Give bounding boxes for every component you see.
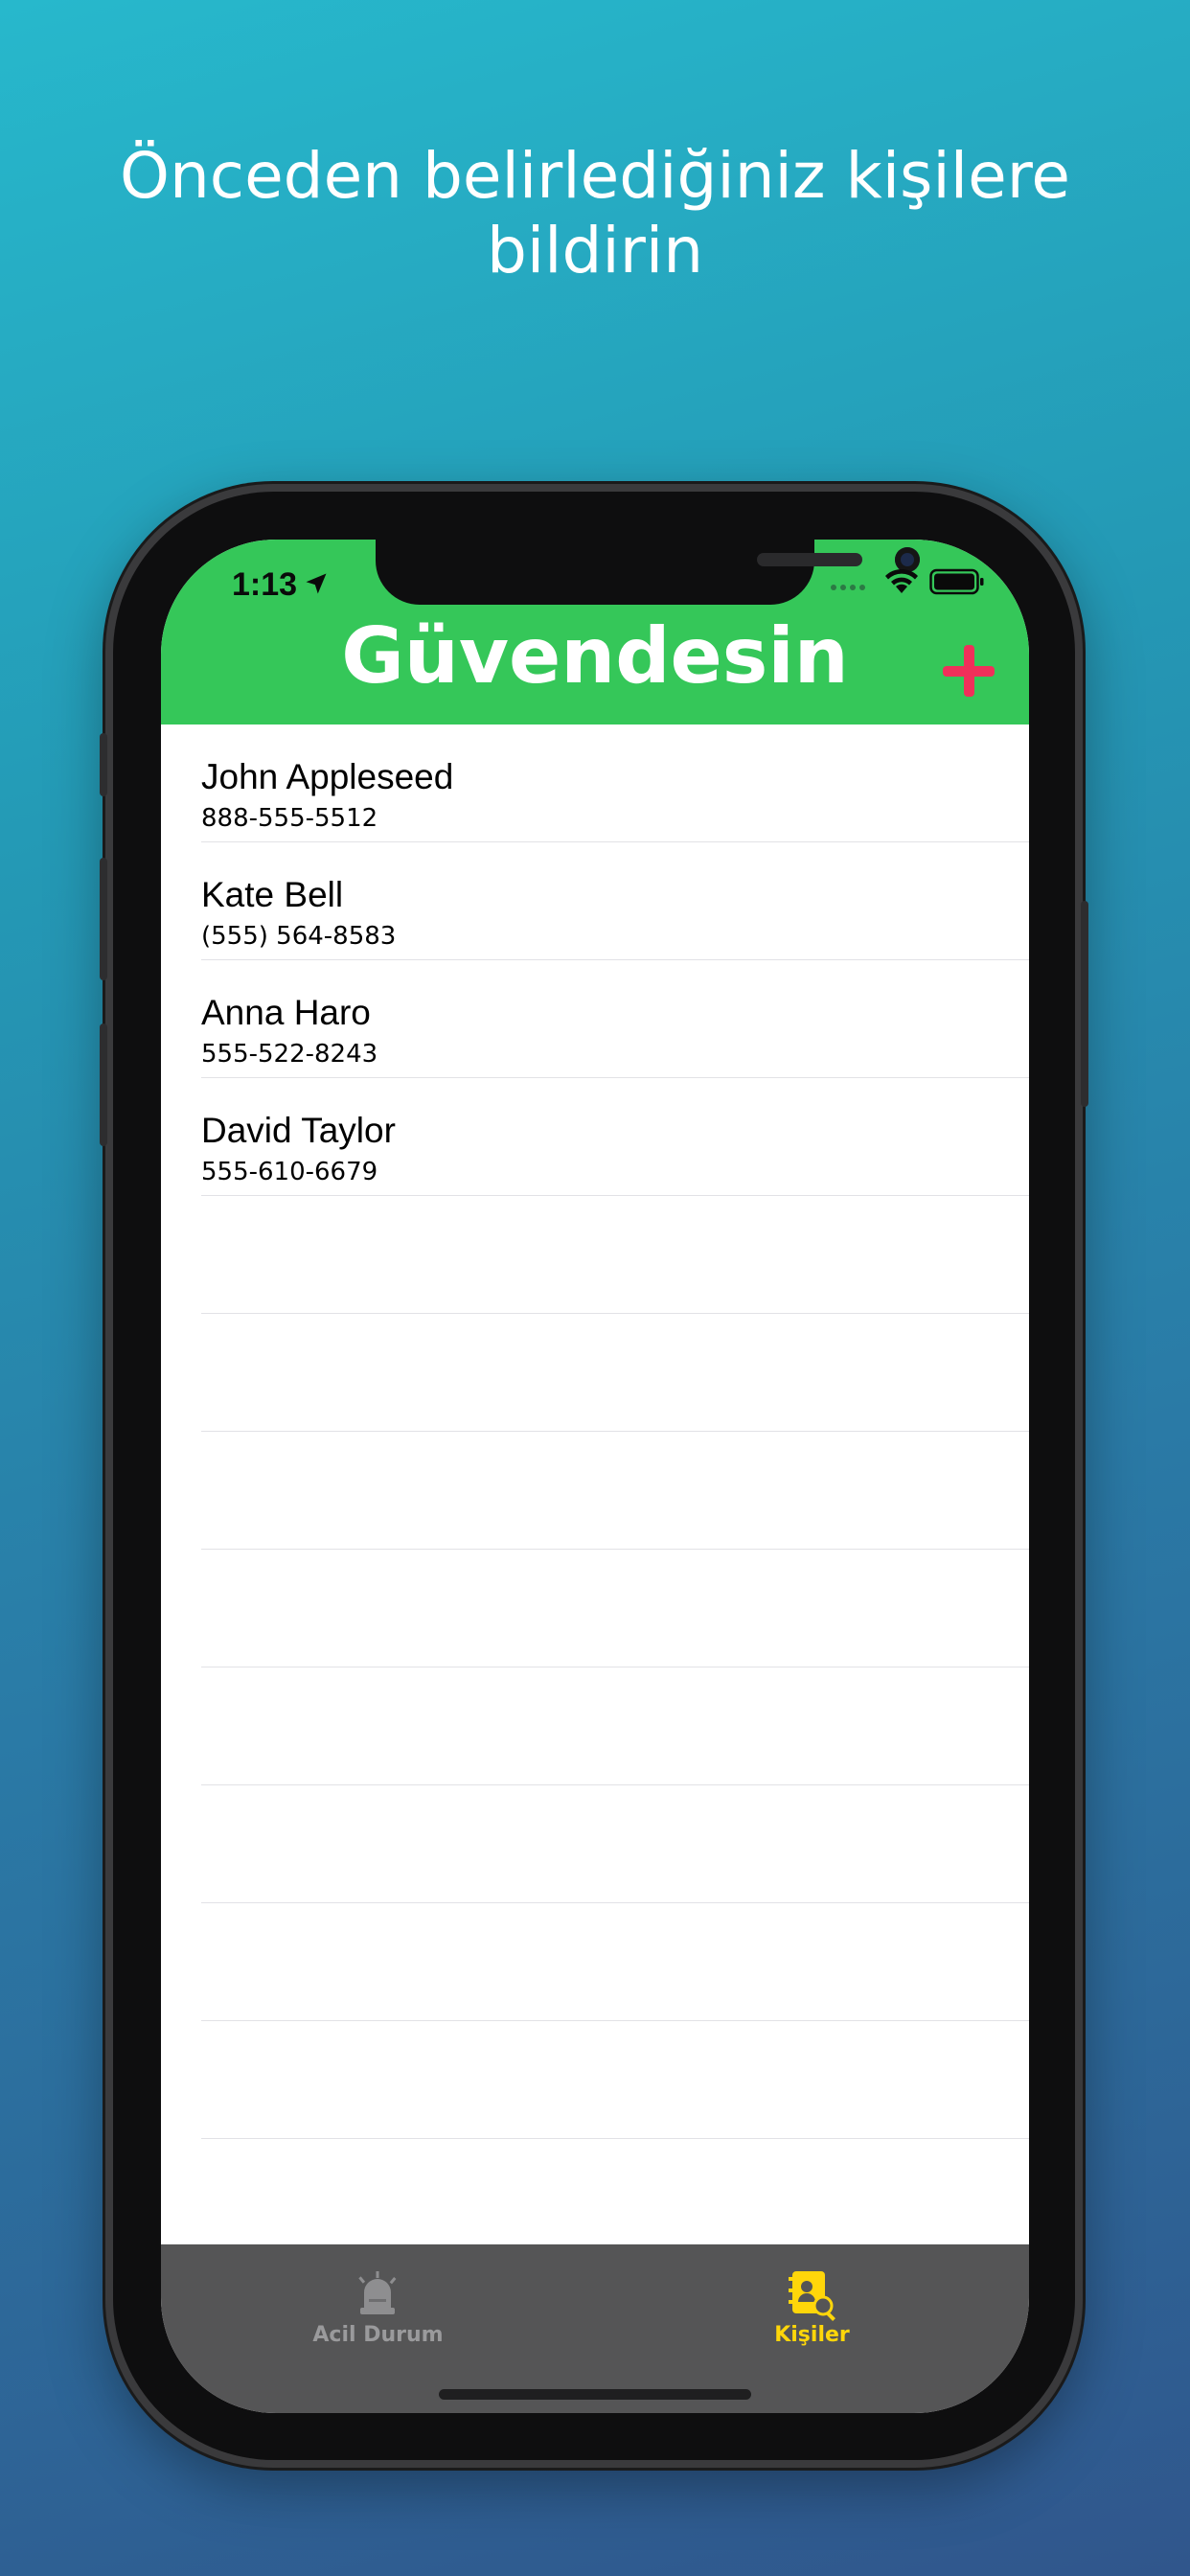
phone-screen: 1:13 Güvendesin John Appleseed 888-555-5… <box>161 540 1029 2413</box>
home-indicator[interactable] <box>439 2389 751 2400</box>
contact-row[interactable]: Anna Haro 555-522-8243 <box>201 960 1029 1078</box>
tab-bar: Acil Durum Kişiler <box>161 2244 1029 2413</box>
contact-name: John Appleseed <box>201 757 454 796</box>
contact-name: Anna Haro <box>201 993 371 1032</box>
silent-switch <box>100 733 107 796</box>
status-time: 1:13 <box>232 566 298 603</box>
app-title: Güvendesin <box>341 611 849 701</box>
contacts-search-icon <box>789 2271 835 2321</box>
navigation-bar: 1:13 Güvendesin <box>161 540 1029 724</box>
tab-acil-durum[interactable]: Acil Durum <box>161 2244 595 2413</box>
contact-phone: 555-610-6679 <box>201 1158 378 1186</box>
tab-label: Kişiler <box>774 2323 850 2347</box>
headline-line-1: Önceden belirlediğiniz kişilere <box>120 139 1070 213</box>
contact-row[interactable]: David Taylor 555-610-6679 <box>201 1078 1029 1196</box>
notch <box>376 540 920 605</box>
empty-row <box>201 1668 1029 1785</box>
empty-row <box>201 1785 1029 1903</box>
empty-row <box>201 1196 1029 1314</box>
empty-row <box>201 1903 1029 2021</box>
contact-phone: (555) 564-8583 <box>201 922 397 951</box>
empty-row <box>201 2021 1029 2139</box>
location-arrow-icon <box>306 573 327 594</box>
contact-row[interactable]: John Appleseed 888-555-5512 <box>201 724 1029 842</box>
headline: Önceden belirlediğiniz kişilere bildirin <box>0 139 1190 288</box>
wifi-icon <box>885 568 918 593</box>
contact-phone: 555-522-8243 <box>201 1040 378 1069</box>
speaker-grille <box>757 553 862 566</box>
tab-label: Acil Durum <box>312 2323 444 2347</box>
contact-row[interactable]: Kate Bell (555) 564-8583 <box>201 842 1029 960</box>
volume-down-button <box>100 1024 107 1146</box>
empty-row <box>201 1432 1029 1550</box>
signal-dots-icon <box>831 585 865 590</box>
volume-up-button <box>100 858 107 980</box>
empty-row <box>201 1314 1029 1432</box>
headline-line-2: bildirin <box>486 214 704 288</box>
battery-icon <box>929 568 984 595</box>
contacts-list[interactable]: John Appleseed 888-555-5512 Kate Bell (5… <box>161 724 1029 2139</box>
contact-phone: 888-555-5512 <box>201 804 378 833</box>
power-button <box>1081 901 1088 1107</box>
empty-row <box>201 1550 1029 1668</box>
contact-name: David Taylor <box>201 1111 396 1150</box>
add-contact-button[interactable] <box>943 645 995 697</box>
siren-icon <box>358 2271 397 2314</box>
tab-kisiler[interactable]: Kişiler <box>595 2244 1029 2413</box>
contact-name: Kate Bell <box>201 875 344 914</box>
